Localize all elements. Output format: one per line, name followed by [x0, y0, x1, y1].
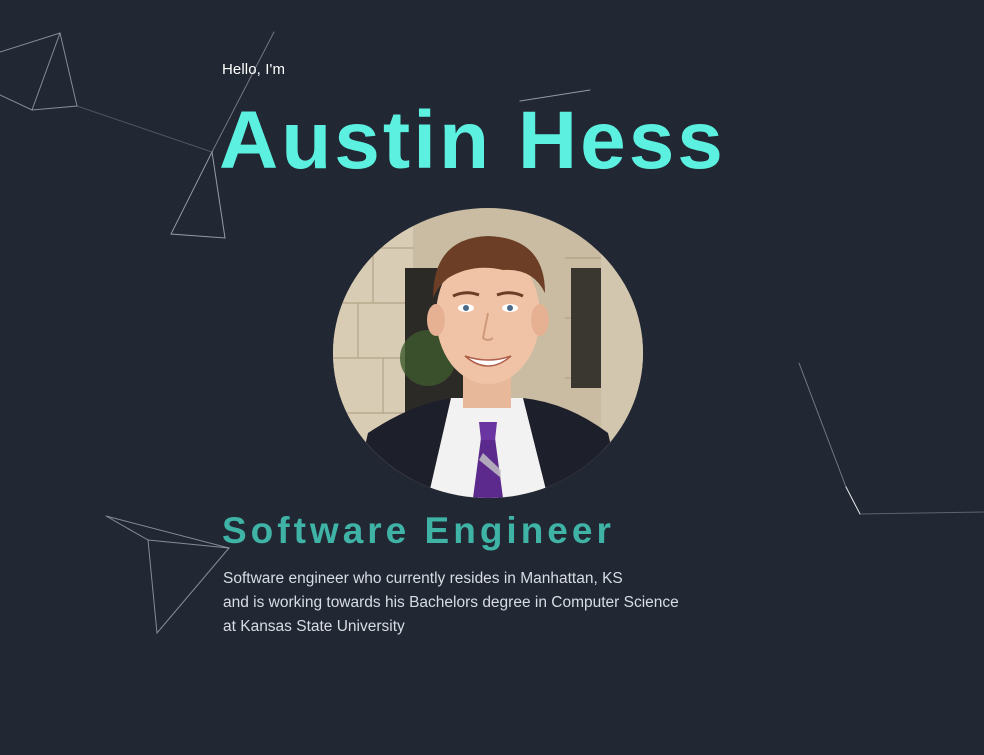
profile-photo-icon	[333, 208, 643, 498]
hero-name-heading: Austin Hess	[219, 95, 726, 186]
bio-line: at Kansas State University	[223, 618, 405, 635]
bg-line	[798, 362, 847, 488]
bg-line	[859, 511, 984, 515]
bg-line	[31, 32, 61, 111]
bg-line	[845, 486, 861, 515]
bio-paragraph: Software engineer who currently resides …	[223, 567, 743, 639]
bg-line	[105, 515, 230, 635]
bio-line: Software engineer who currently resides …	[223, 570, 623, 587]
bg-line	[0, 32, 78, 111]
role-heading: Software Engineer	[222, 510, 615, 551]
bg-line	[76, 105, 213, 153]
bg-line	[170, 150, 226, 239]
greeting-text: Hello, I'm	[222, 61, 286, 78]
bg-line	[147, 539, 230, 549]
bio-line: and is working towards his Bachelors deg…	[223, 594, 679, 611]
